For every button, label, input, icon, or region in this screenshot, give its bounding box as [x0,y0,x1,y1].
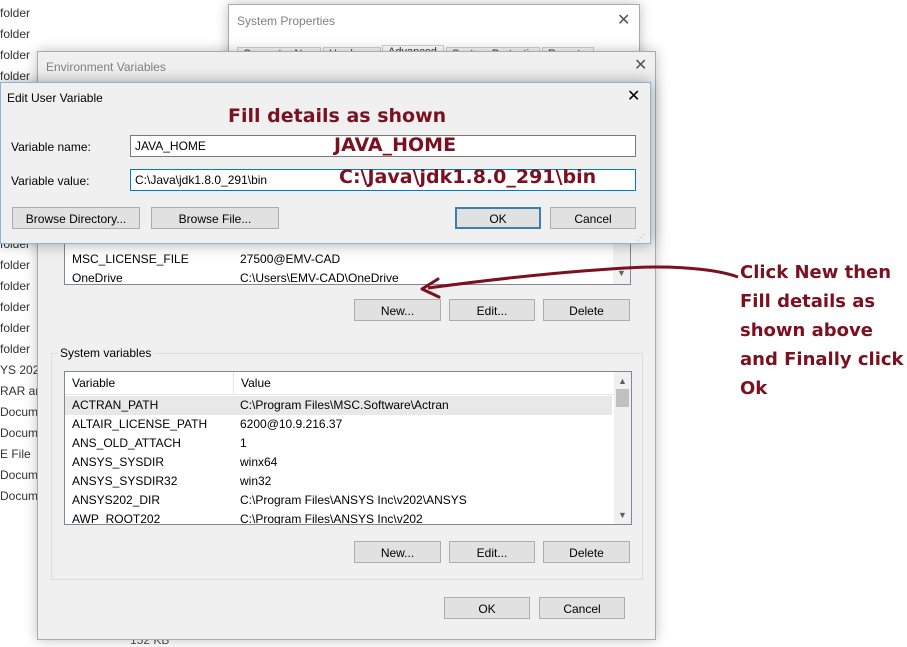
background-list-item: folder [0,300,31,314]
annotation-header: Fill details as shown [228,105,447,127]
variable-name-cell: ANSYS202_DIR [72,493,161,507]
variable-value-cell: C:\Program Files\ANSYS Inc\v202\ANSYS [240,493,467,507]
table-row[interactable]: ANSYS_SYSDIR32 win32 [65,472,612,491]
variable-value-cell: C:\Program Files\MSC.Software\Actran [240,398,449,412]
instruction-line-2: Fill details as [740,291,876,312]
instruction-line-5: Ok [740,378,768,399]
list-header: Variable Value [65,372,631,395]
system-properties-close-icon[interactable]: ✕ [617,13,630,29]
background-list-item: folder [0,258,31,272]
instruction-line-1: Click New then [740,262,892,283]
instruction-line-3: shown above [740,320,873,341]
system-properties-title: System Properties [237,14,336,28]
annotation-name-hint: JAVA_HOME [334,134,457,156]
system-variables-group: System variables Variable Value ACTRAN_P… [51,346,643,580]
column-variable[interactable]: Variable [72,376,115,390]
resize-grip-icon[interactable]: ⋰ [637,233,645,242]
table-row[interactable]: AWP_ROOT202 C:\Program Files\ANSYS Inc\v2… [65,510,612,525]
variable-value-cell: winx64 [240,455,278,469]
background-list-item: YS 202 [0,363,40,377]
table-row[interactable]: ANS_OLD_ATTACH 1 [65,434,612,453]
background-list-item: folder [0,321,31,335]
env-cancel-button[interactable]: Cancel [539,597,625,619]
system-variables-label: System variables [58,346,154,360]
scroll-thumb[interactable] [616,389,629,407]
background-list-item: Docum [0,426,39,440]
variable-name-cell: ANSYS_SYSDIR32 [72,474,178,488]
variable-name-cell: ALTAIR_LICENSE_PATH [72,417,208,431]
variable-name-cell: ANS_OLD_ATTACH [72,436,181,450]
variable-name-label: Variable name: [11,140,91,154]
background-list-item: folder [0,69,31,83]
browse-directory-button[interactable]: Browse Directory... [12,207,140,229]
annotation-value-hint: C:\Java\jdk1.8.0_291\bin [339,166,597,188]
background-list-item: folder [0,279,31,293]
background-list-item: folder [0,342,31,356]
edit-cancel-button[interactable]: Cancel [550,207,636,229]
table-row[interactable]: ANSYS_SYSDIR winx64 [65,453,612,472]
instruction-line-4: and Finally click [740,349,904,370]
column-value[interactable]: Value [241,376,271,390]
variable-name-cell: ACTRAN_PATH [72,398,159,412]
annotation-instruction: Click New then Fill details as shown abo… [740,258,904,403]
browse-file-button[interactable]: Browse File... [151,207,279,229]
table-row[interactable]: ALTAIR_LICENSE_PATH 6200@10.9.216.37 [65,415,612,434]
scroll-down-icon[interactable]: ▼ [618,510,627,520]
variable-name-cell: OneDrive [72,271,123,285]
variable-value-cell: C:\Users\EMV-CAD\OneDrive [240,271,399,285]
variable-name-cell: MSC_LICENSE_FILE [72,252,189,266]
variable-value-cell: 6200@10.9.216.37 [240,417,343,431]
environment-variables-title: Environment Variables [46,60,166,74]
table-row[interactable]: ACTRAN_PATH C:\Program Files\MSC.Software… [65,396,612,415]
edit-dialog-close-icon[interactable]: ✕ [627,89,640,105]
background-list-item: E File [0,447,31,461]
variable-value-label: Variable value: [11,174,90,188]
table-row[interactable]: ANSYS202_DIR C:\Program Files\ANSYS Inc\v… [65,491,612,510]
system-edit-button[interactable]: Edit... [449,541,535,563]
background-list-item: Docum [0,468,39,482]
edit-ok-button[interactable]: OK [455,207,541,229]
variable-name-cell: ANSYS_SYSDIR [72,455,165,469]
system-new-button[interactable]: New... [354,541,441,563]
variable-value-cell: 1 [240,436,247,450]
system-delete-button[interactable]: Delete [543,541,630,563]
variable-name-cell: AWP_ROOT202 [72,512,161,525]
variable-value-cell: win32 [240,474,272,488]
environment-variables-close-icon[interactable]: ✕ [634,58,647,74]
background-list-item: Docum [0,405,39,419]
background-list-item: folder [0,27,31,41]
system-variables-list[interactable]: Variable Value ACTRAN_PATH C:\Program Fil… [64,371,632,525]
background-list-item: folder [0,6,31,20]
variable-value-cell: C:\Program Files\ANSYS Inc\v202 [240,512,423,525]
edit-dialog-title: Edit User Variable [7,91,103,105]
scroll-up-icon[interactable]: ▲ [618,376,627,386]
annotation-arrow-icon [420,265,739,299]
env-ok-button[interactable]: OK [444,597,530,619]
system-list-scrollbar[interactable]: ▲ ▼ [614,372,631,524]
background-list-item: folder [0,48,31,62]
variable-value-cell: 27500@EMV-CAD [240,252,341,266]
